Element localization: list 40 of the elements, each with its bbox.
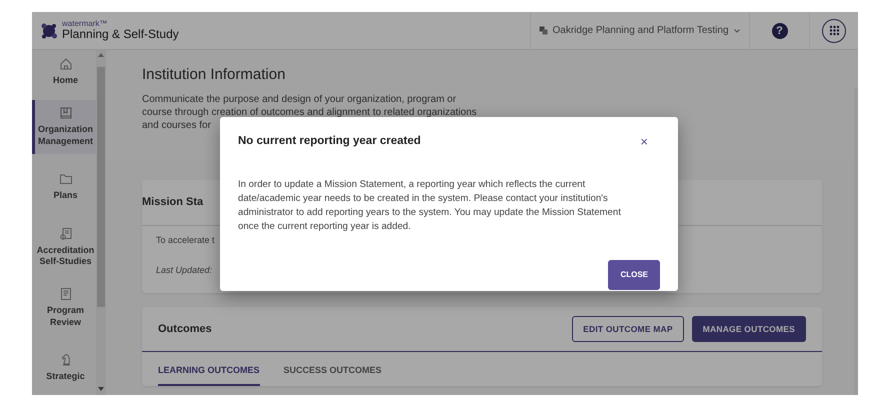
brand-tagline: watermark™	[62, 20, 108, 28]
description-line: course through creation of outcomes and alignment to related organizations	[142, 106, 477, 118]
org-name: Oakridge Planning and Platform Testing	[552, 24, 729, 38]
sidebar-item[interactable]: Accreditation Self-Studies	[32, 220, 96, 274]
certificate-icon	[58, 226, 72, 241]
modal-title: No current reporting year created	[238, 134, 421, 149]
close-button[interactable]: ×	[628, 135, 660, 148]
book-icon	[58, 106, 72, 120]
card-title: Mission Sta	[142, 195, 204, 210]
close-button[interactable]: CLOSE	[608, 260, 660, 290]
help-button[interactable]: ?	[772, 22, 788, 38]
document-icon	[58, 286, 72, 301]
logo-icon	[40, 22, 58, 40]
description-line: Communicate the purpose and design of your organization, program or	[142, 92, 456, 106]
mission-text: To accelerate t	[156, 234, 215, 247]
sidebar-item[interactable]: Organization Management	[32, 100, 96, 154]
description-line: and courses for	[142, 118, 211, 132]
home-icon	[58, 57, 72, 72]
scroll-down-icon	[98, 387, 104, 391]
sidebar-item[interactable]: Strategic	[32, 340, 96, 395]
last-updated: Last Updated:	[156, 264, 212, 277]
folder-icon	[58, 172, 72, 186]
sidebar-item[interactable]: Program Review	[32, 280, 96, 335]
sidebar-item[interactable]: Plans	[32, 160, 96, 214]
sidebar-item[interactable]: Home	[32, 50, 96, 94]
scroll-thumb[interactable]	[97, 67, 105, 307]
manage-outcomes-button[interactable]: MANAGE OUTCOMES	[692, 316, 806, 342]
caret-icon	[732, 28, 741, 34]
tab[interactable]: LEARNING OUTCOMES	[158, 356, 260, 386]
app-title: Planning & Self-Study	[62, 28, 179, 42]
scroll-up-icon	[98, 53, 104, 57]
modal-message: In order to update a Mission Statement, a reporting year which reflects the current date/academic year needs to be created in the system. Please contact your institution's administrator to add reporting years to the system. You may update the Mission Statement once the current reporting year is added.	[238, 178, 622, 234]
tab[interactable]: SUCCESS OUTCOMES	[284, 356, 382, 386]
edit-outcome-map-button[interactable]: EDIT OUTCOME MAP	[572, 316, 684, 342]
grid-icon	[828, 25, 840, 36]
card-title: Outcomes	[158, 322, 212, 337]
page-title: Institution Information	[142, 65, 286, 85]
layers-icon	[539, 26, 548, 35]
scrollbar[interactable]	[96, 50, 106, 395]
apps-button[interactable]	[822, 18, 846, 42]
